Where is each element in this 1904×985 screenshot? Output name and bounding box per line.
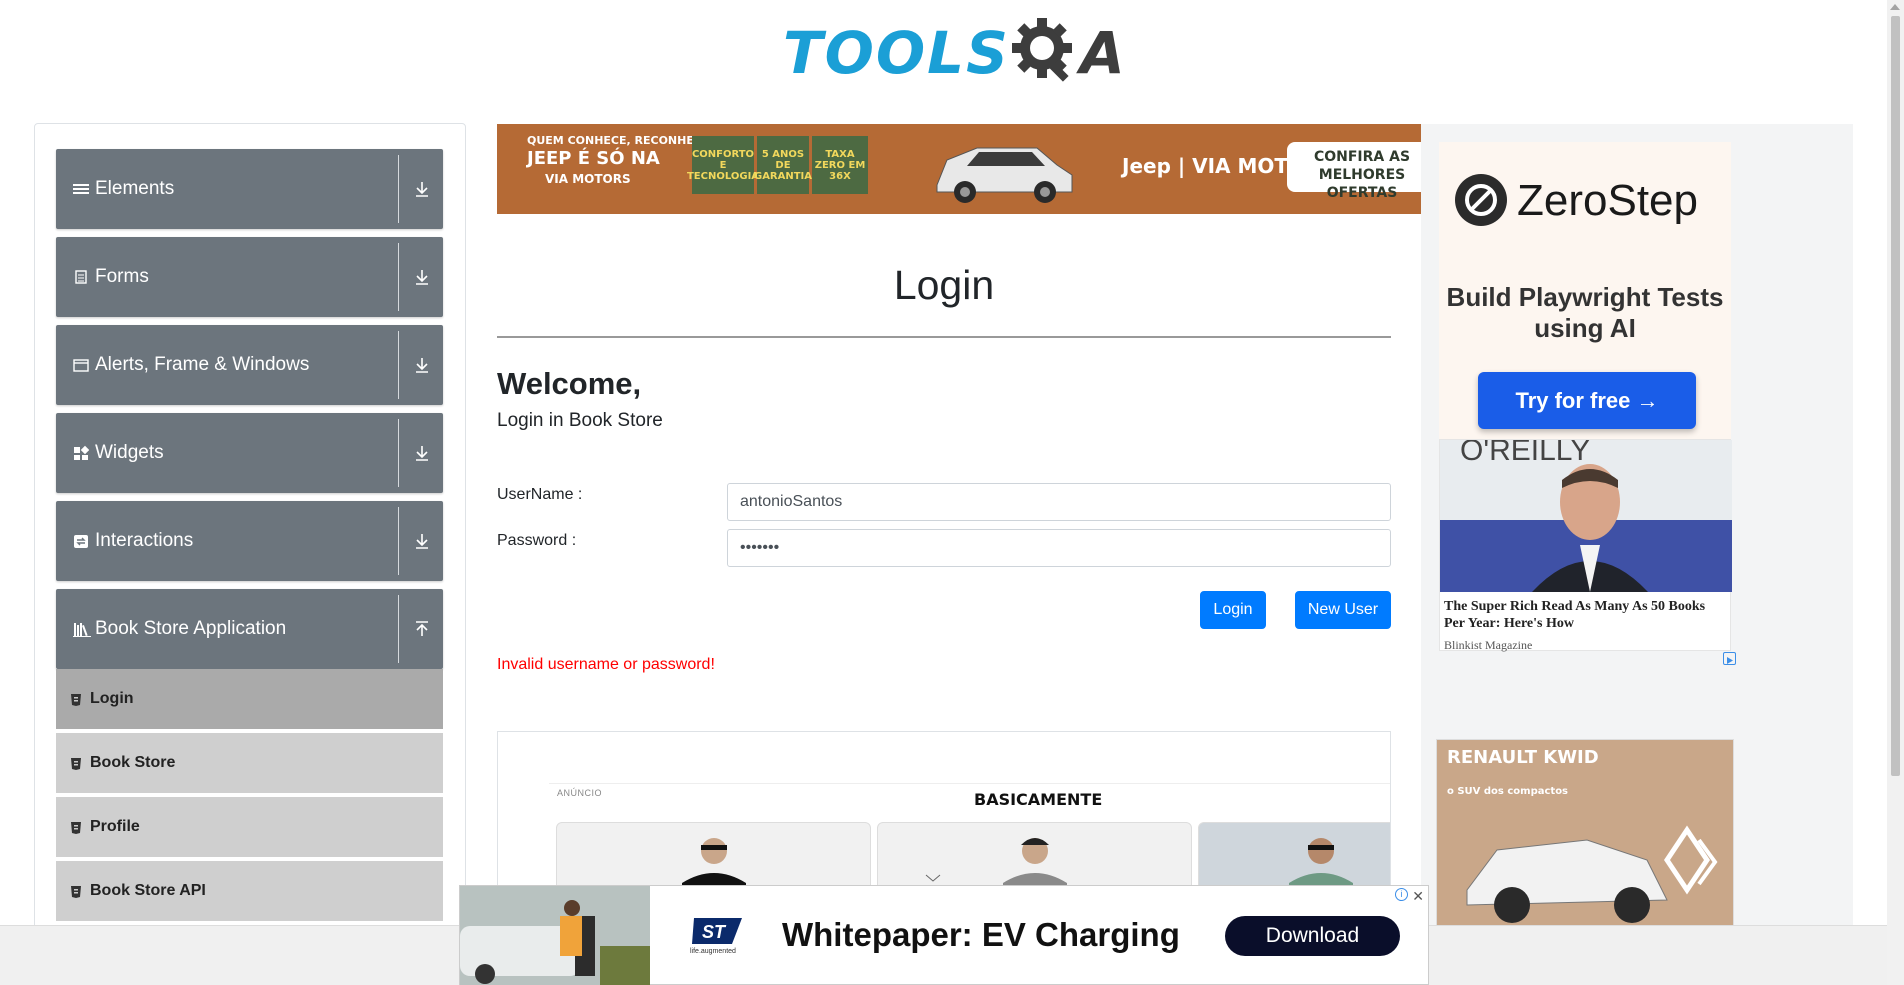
nav-group-label: Elements — [95, 178, 175, 199]
error-message: Invalid username or password! — [497, 656, 715, 673]
renault-ad[interactable]: RENAULT KWID o SUV dos compactos — [1436, 739, 1734, 934]
nav-item-label: Book Store — [90, 754, 176, 771]
suv-car-image — [936, 147, 1073, 203]
nav-item-book-store[interactable]: Book Store — [56, 733, 443, 795]
nav-item-label: Login — [90, 690, 134, 707]
expand-arrow-icon[interactable] — [413, 355, 431, 375]
scroll-up-arrow-icon[interactable] — [1890, 4, 1900, 10]
news-photo: O'REILLY — [1440, 440, 1732, 592]
nav-group-forms[interactable]: Forms — [56, 237, 443, 317]
html-file-icon — [71, 694, 81, 706]
expand-arrow-icon[interactable] — [413, 267, 431, 287]
nav-item-profile[interactable]: Profile — [56, 797, 443, 859]
ad-brand: BASICAMENTE — [974, 790, 1103, 809]
divider — [398, 331, 399, 399]
news-ad[interactable]: O'REILLY The Super Rich Read As Many As … — [1439, 439, 1732, 652]
nav-group-widgets[interactable]: Widgets — [56, 413, 443, 493]
window-icon — [73, 357, 89, 373]
title-divider — [497, 336, 1391, 338]
nav-group-interactions[interactable]: Interactions — [56, 501, 443, 581]
nav-group-label: Alerts, Frame & Windows — [95, 354, 310, 375]
expand-arrow-icon[interactable] — [413, 179, 431, 199]
ev-charging-photo — [460, 886, 650, 985]
divider — [398, 419, 399, 487]
hamburger-icon — [73, 181, 89, 197]
new-user-button[interactable]: New User — [1295, 591, 1391, 629]
scroll-thumb[interactable] — [1891, 16, 1900, 776]
nav-group-book-store-application[interactable]: Book Store Application — [56, 589, 443, 669]
username-input[interactable] — [727, 483, 1391, 521]
nav-item-label: Book Store API — [90, 882, 206, 899]
renault-subtitle: o SUV dos compactos — [1447, 786, 1569, 797]
login-button[interactable]: Login — [1200, 591, 1266, 629]
expand-arrow-icon[interactable] — [413, 443, 431, 463]
renault-title: RENAULT KWID — [1447, 747, 1599, 768]
renault-car-image — [1437, 740, 1733, 933]
nav-group-label: Book Store Application — [95, 618, 287, 639]
nav-group-label: Forms — [95, 266, 149, 287]
ad-feature-box: TAXA ZERO EM 36X — [812, 136, 868, 194]
svg-text:ST: ST — [702, 922, 727, 942]
ad-headline: Whitepaper: EV Charging — [782, 916, 1180, 953]
news-source: Blinkist Magazine — [1444, 638, 1533, 652]
nav-item-login[interactable]: Login — [56, 669, 443, 731]
ad-label: ANÚNCIO — [557, 788, 603, 798]
divider — [398, 155, 399, 223]
ad-feature-box: CONFORTO E TECNOLOGIA — [687, 136, 759, 194]
jeep-banner-ad[interactable]: QUEM CONHECE, RECONHECE JEEP É SÓ NA VIA… — [497, 124, 1421, 214]
page-title: Login — [893, 262, 995, 308]
nav-group-elements[interactable]: Elements — [56, 149, 443, 229]
html-file-icon — [71, 758, 81, 770]
close-ad-icon[interactable]: ✕ — [1412, 888, 1424, 905]
divider — [398, 243, 399, 311]
books-icon — [73, 621, 91, 637]
widgets-icon — [73, 445, 90, 461]
divider — [398, 595, 399, 663]
welcome-heading: Welcome, — [497, 366, 642, 401]
zerostep-tagline: Build Playwright Tests using AI — [1446, 282, 1724, 343]
zerostep-name: ZeroStep — [1517, 176, 1698, 225]
nav-group-alerts-frame-windows[interactable]: Alerts, Frame & Windows — [56, 325, 443, 405]
gear-magnifier-icon — [1011, 18, 1072, 82]
html-file-icon — [71, 822, 81, 834]
expand-arrow-icon[interactable] — [413, 531, 431, 551]
download-button[interactable]: Download — [1225, 916, 1400, 956]
interactions-icon — [73, 533, 89, 549]
adchoices-icon[interactable] — [1723, 652, 1736, 665]
ad-text: QUEM CONHECE, RECONHECE — [527, 134, 710, 147]
ad-text: JEEP É SÓ NA — [527, 148, 660, 169]
logo-text-a: A — [1079, 19, 1125, 87]
ev-whitepaper-ad[interactable]: ST life.augmented Whitepaper: EV Chargin… — [459, 885, 1429, 985]
nav-group-label: Interactions — [95, 530, 194, 551]
password-input[interactable] — [727, 529, 1391, 567]
ad-info-icon[interactable]: i — [1395, 888, 1408, 901]
ad-cta[interactable]: CONFIRA AS MELHORES OFERTAS — [1287, 142, 1421, 201]
vertical-scrollbar[interactable] — [1887, 0, 1904, 985]
toolsqa-logo[interactable]: TOOLS A — [783, 14, 1125, 92]
header: TOOLS A — [0, 0, 1887, 100]
ad-feature-box: 5 ANOS DE GARANTIA — [754, 136, 812, 194]
zerostep-logo-icon — [1455, 174, 1507, 226]
login-subtitle: Login in Book Store — [497, 410, 663, 431]
username-label: UserName : — [497, 486, 583, 503]
svg-text:O'REILLY: O'REILLY — [1460, 440, 1590, 467]
left-nav-panel: Elements Forms Alerts, Frame & Windows W… — [34, 123, 466, 943]
nav-group-label: Widgets — [95, 442, 164, 463]
nav-item-book-store-api[interactable]: Book Store API — [56, 861, 443, 923]
document-icon — [73, 269, 89, 285]
news-headline[interactable]: The Super Rich Read As Many As 50 Books … — [1444, 598, 1728, 632]
right-ad-column: ZeroStep Build Playwright Tests using AI… — [1421, 124, 1853, 944]
logo-text-tools: TOOLS — [783, 19, 1010, 87]
password-label: Password : — [497, 532, 577, 549]
try-for-free-button[interactable]: Try for free → — [1478, 372, 1696, 429]
nav-item-label: Profile — [90, 818, 140, 835]
ad-text: VIA MOTORS — [545, 172, 631, 186]
html-file-icon — [71, 886, 81, 898]
st-tagline: life.augmented — [690, 948, 736, 955]
divider — [398, 507, 399, 575]
collapse-arrow-icon[interactable] — [413, 619, 431, 639]
